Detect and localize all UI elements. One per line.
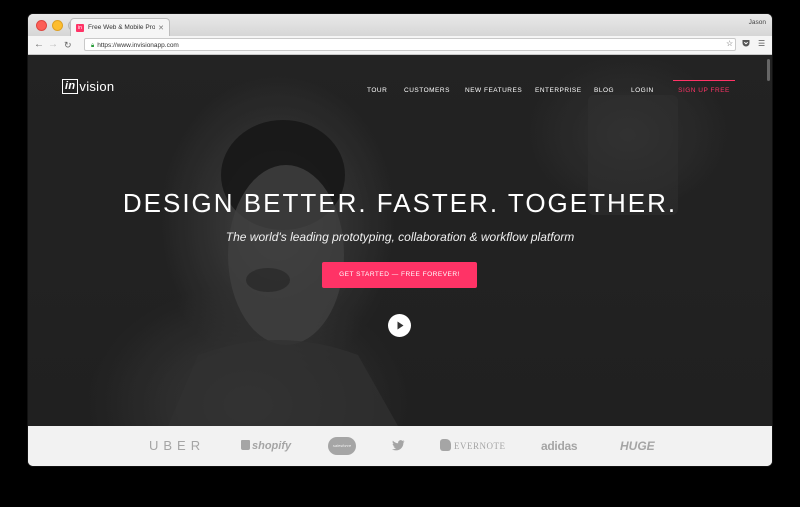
- logo-mark: in: [62, 79, 79, 94]
- hamburger-menu-icon[interactable]: ☰: [758, 39, 765, 48]
- close-tab-icon[interactable]: ✕: [158, 24, 164, 32]
- lock-icon: 🔒︎: [91, 43, 95, 49]
- get-started-button[interactable]: GET STARTED — FREE FOREVER!: [322, 262, 477, 288]
- signup-button[interactable]: SIGN UP FREE: [673, 80, 735, 101]
- minimize-window-button[interactable]: [52, 20, 63, 31]
- play-icon: [397, 321, 404, 330]
- invision-logo[interactable]: in vision: [62, 79, 114, 94]
- close-window-button[interactable]: [36, 20, 47, 31]
- nav-enterprise[interactable]: ENTERPRISE: [535, 87, 582, 94]
- address-bar[interactable]: 🔒︎ https://www.invisionapp.com: [84, 38, 736, 51]
- scrollbar[interactable]: [767, 59, 770, 81]
- browser-window: in Free Web & Mobile Protot ✕ Jason ← → …: [28, 14, 772, 466]
- brand-salesforce: salesforce: [328, 426, 356, 466]
- tab-title: Free Web & Mobile Protot: [88, 24, 156, 31]
- brand-uber: UBER: [149, 438, 206, 453]
- brand-shopify: shopify: [241, 426, 291, 466]
- nav-customers[interactable]: CUSTOMERS: [404, 87, 450, 94]
- brand-adidas: adidas: [541, 439, 578, 453]
- evernote-elephant-icon: [440, 439, 451, 451]
- nav-tour[interactable]: TOUR: [367, 87, 387, 94]
- back-arrow-icon[interactable]: ←: [34, 38, 44, 52]
- nav-blog[interactable]: BLOG: [594, 87, 614, 94]
- forward-arrow-icon[interactable]: →: [48, 38, 58, 52]
- brand-huge: HUGE: [620, 439, 655, 453]
- customer-logos-strip: UBER shopify salesforce twitter EVERNOTE…: [28, 426, 772, 466]
- logo-wordmark: vision: [79, 79, 115, 94]
- url-text: https://www.invisionapp.com: [97, 42, 179, 49]
- play-video-button[interactable]: [388, 314, 411, 337]
- browser-toolbar: ← → ↻ 🔒︎ https://www.invisionapp.com ☆ ☰: [28, 36, 772, 55]
- nav-new-features[interactable]: NEW FEATURES: [465, 87, 522, 94]
- star-icon[interactable]: ☆: [726, 39, 733, 48]
- hero-section: in vision TOUR CUSTOMERS NEW FEATURES ENT…: [28, 55, 772, 426]
- hero-subheadline: The world's leading prototyping, collabo…: [225, 230, 575, 244]
- shopify-bag-icon: [241, 440, 250, 450]
- profile-name[interactable]: Jason: [749, 19, 766, 26]
- tab-bar: in Free Web & Mobile Protot ✕ Jason: [28, 14, 772, 36]
- web-page: in vision TOUR CUSTOMERS NEW FEATURES ENT…: [28, 55, 772, 466]
- browser-tab[interactable]: in Free Web & Mobile Protot ✕: [70, 18, 170, 36]
- brand-twitter: twitter: [392, 426, 405, 466]
- favicon-icon: in: [76, 23, 84, 32]
- brand-evernote: EVERNOTE: [440, 426, 506, 466]
- nav-login[interactable]: LOGIN: [631, 87, 654, 94]
- twitter-bird-icon: [392, 440, 405, 451]
- reload-icon[interactable]: ↻: [64, 38, 72, 52]
- pocket-icon[interactable]: [742, 39, 750, 49]
- hero-headline: DESIGN BETTER. FASTER. TOGETHER.: [122, 188, 678, 218]
